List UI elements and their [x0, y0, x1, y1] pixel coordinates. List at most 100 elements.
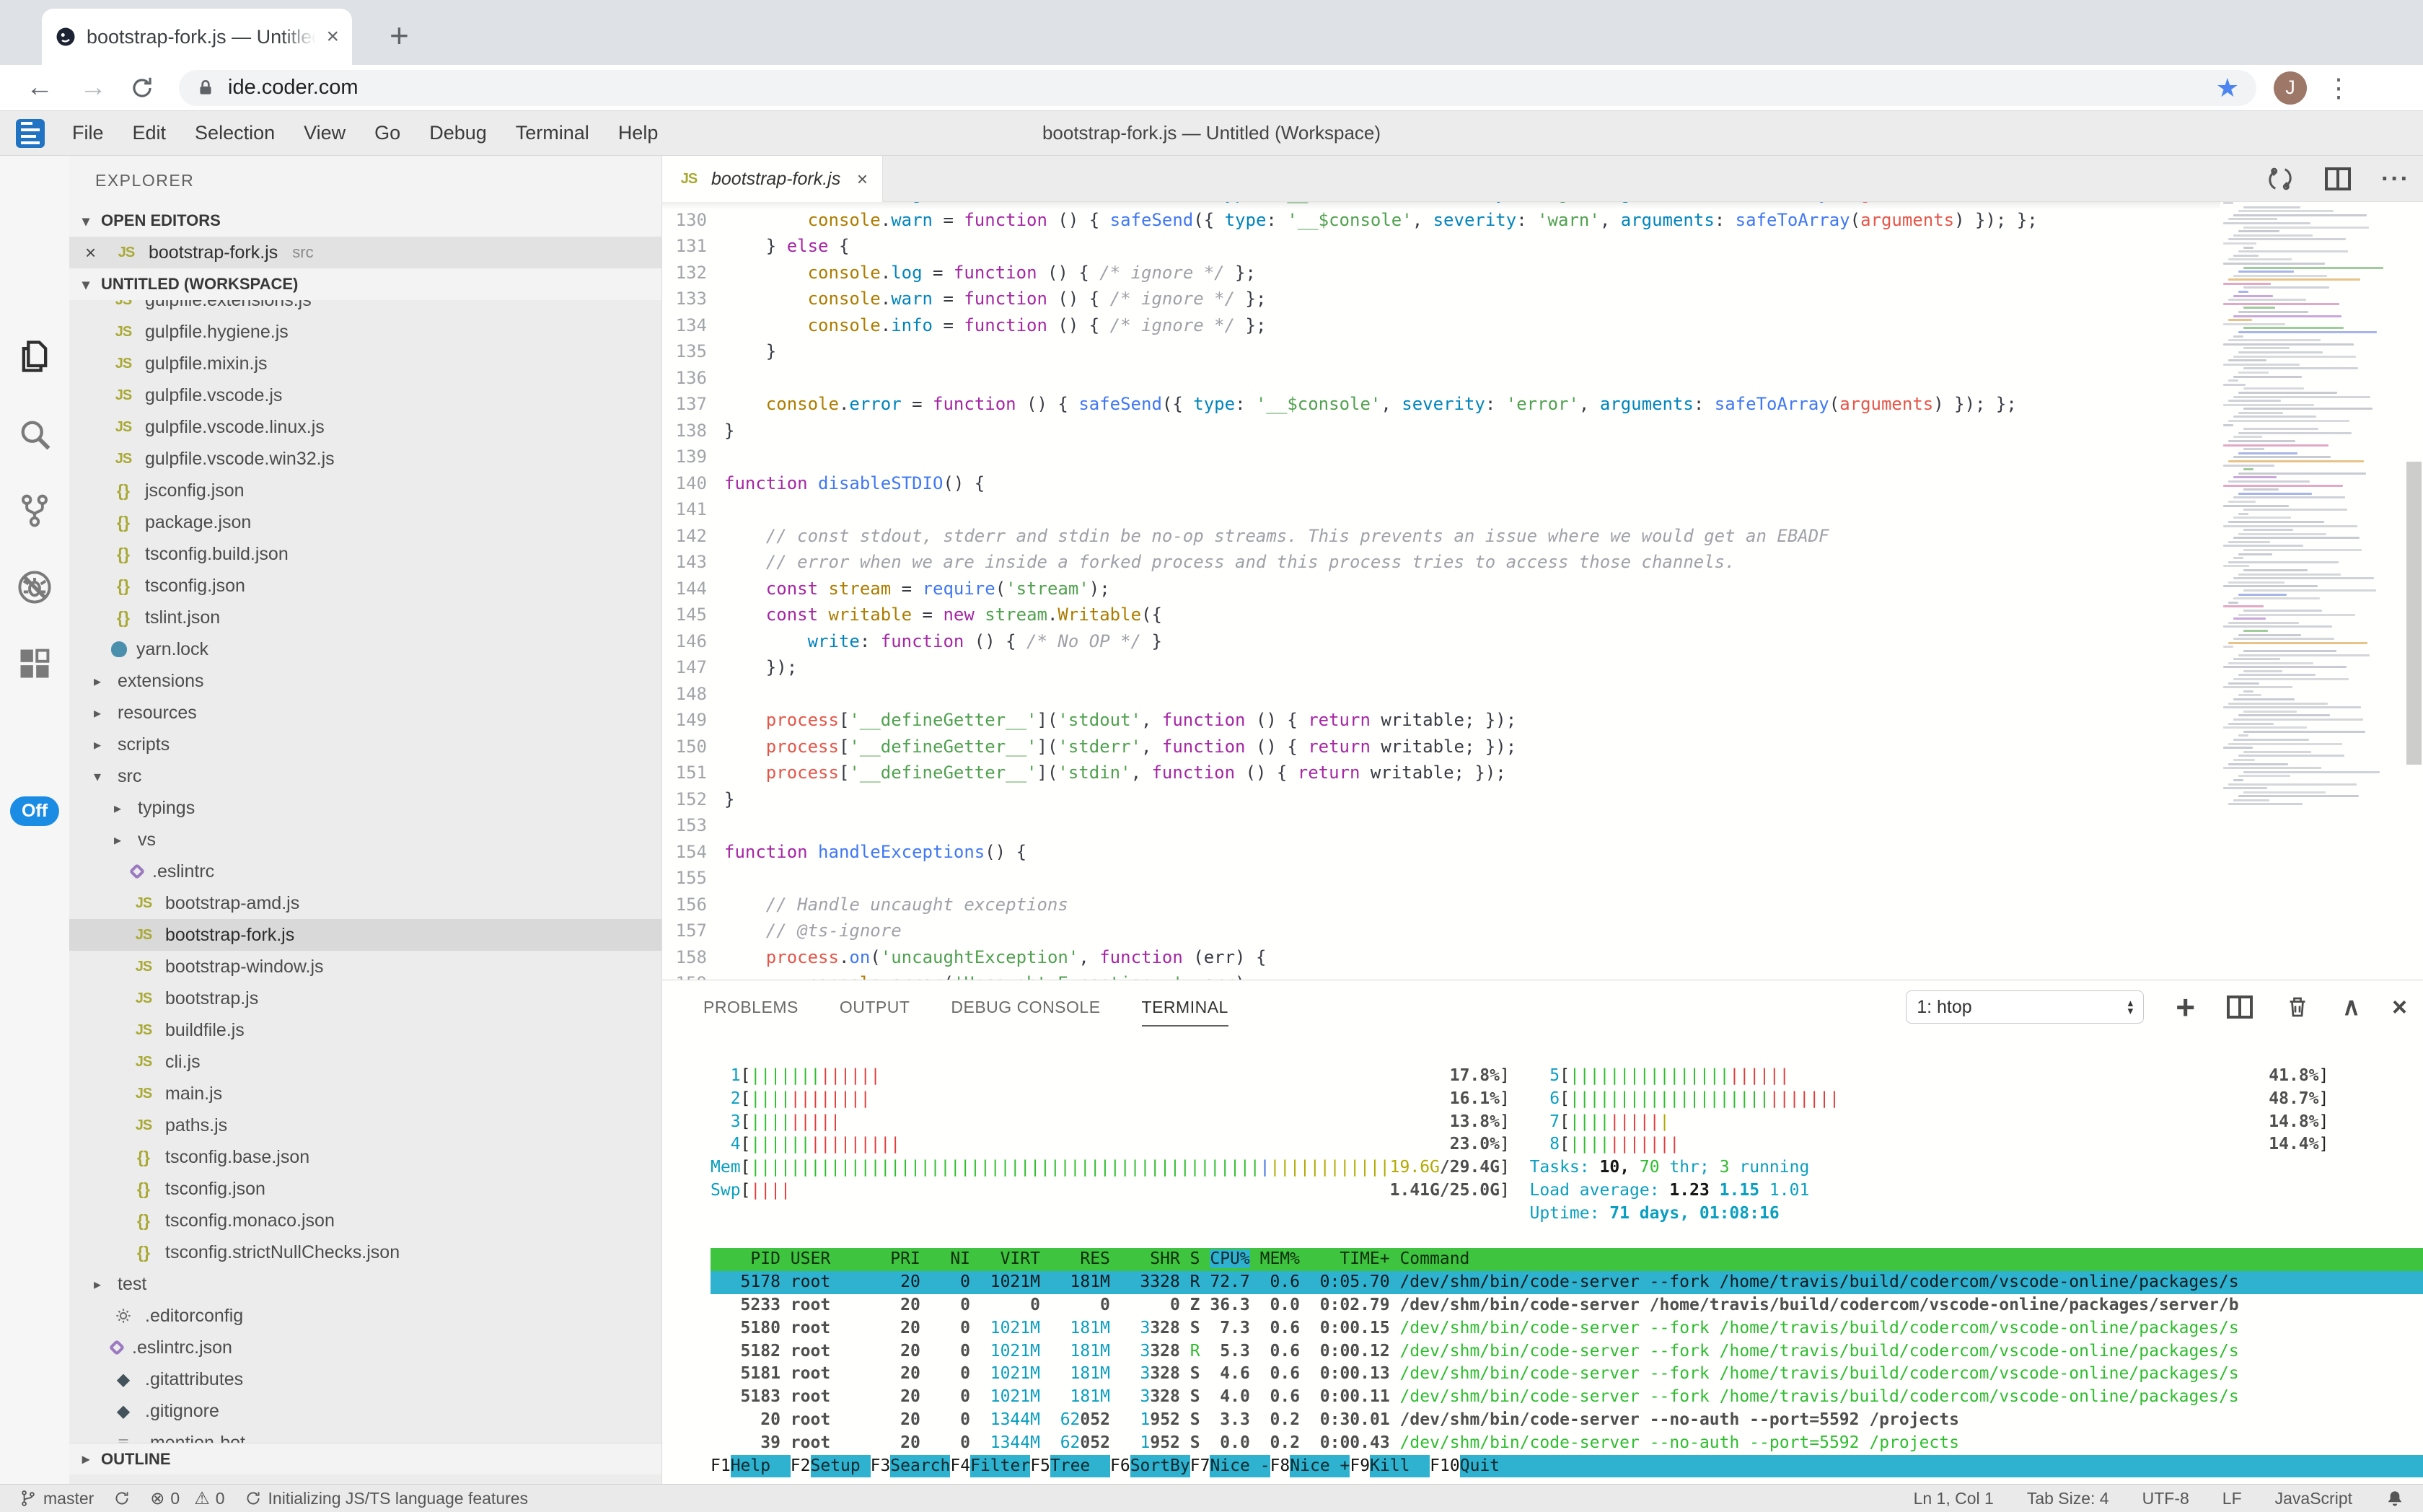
- split-editor-icon[interactable]: [2325, 167, 2351, 190]
- folder-item-scripts[interactable]: ▸scripts: [69, 729, 661, 760]
- avatar[interactable]: J: [2274, 71, 2307, 105]
- minimap[interactable]: [2220, 202, 2404, 980]
- file-item-bootstrap-window.js[interactable]: JSbootstrap-window.js: [69, 951, 661, 983]
- status-item-ln-1-col-1[interactable]: Ln 1, Col 1: [1914, 1489, 1994, 1508]
- folder-item-resources[interactable]: ▸resources: [69, 697, 661, 729]
- open-editor-item[interactable]: × JS bootstrap-fork.js src: [69, 237, 661, 268]
- file-item-paths.js[interactable]: JSpaths.js: [69, 1109, 661, 1141]
- address-bar[interactable]: ide.coder.com ★: [179, 70, 2256, 106]
- file-item-.eslintrc.json[interactable]: .eslintrc.json: [69, 1332, 661, 1363]
- terminal-select[interactable]: 1: htop ▴▾: [1906, 990, 2144, 1024]
- status-item-utf-8[interactable]: UTF-8: [2142, 1489, 2189, 1508]
- close-panel-icon[interactable]: ×: [2392, 992, 2407, 1022]
- kill-terminal-icon[interactable]: [2285, 993, 2310, 1021]
- file-item-.gitignore[interactable]: ◆.gitignore: [69, 1395, 661, 1427]
- browser-menu-icon[interactable]: ⋮: [2326, 73, 2352, 103]
- menu-item-debug[interactable]: Debug: [415, 122, 501, 144]
- app-logo-icon[interactable]: [16, 119, 45, 148]
- file-item-bootstrap-fork.js[interactable]: JSbootstrap-fork.js: [69, 919, 661, 951]
- folder-item-test[interactable]: ▸test: [69, 1268, 661, 1300]
- close-icon[interactable]: ×: [85, 242, 104, 264]
- new-tab-button[interactable]: +: [390, 19, 409, 52]
- maximize-panel-icon[interactable]: ∧: [2342, 993, 2360, 1021]
- panel-tab-problems[interactable]: PROBLEMS: [703, 980, 799, 1034]
- file-item-gulpfile.vscode.linux.js[interactable]: JSgulpfile.vscode.linux.js: [69, 411, 661, 443]
- file-item-tsconfig.monaco.json[interactable]: {}tsconfig.monaco.json: [69, 1205, 661, 1236]
- extensions-icon[interactable]: [16, 645, 53, 682]
- file-tree[interactable]: JSgulpfile.extensions.jsJSgulpfile.hygie…: [69, 300, 661, 1443]
- code-line: 132 console.log = function () { /* ignor…: [662, 260, 2220, 286]
- file-item-.editorconfig[interactable]: .editorconfig: [69, 1300, 661, 1332]
- file-item-.gitattributes[interactable]: ◆.gitattributes: [69, 1363, 661, 1395]
- file-item-gulpfile.vscode.js[interactable]: JSgulpfile.vscode.js: [69, 379, 661, 411]
- file-item-tsconfig.build.json[interactable]: {}tsconfig.build.json: [69, 538, 661, 570]
- status-item-javascript[interactable]: JavaScript: [2275, 1489, 2352, 1508]
- outline-header[interactable]: ▸ OUTLINE: [69, 1443, 661, 1474]
- file-item-.eslintrc[interactable]: .eslintrc: [69, 856, 661, 887]
- folder-item-vs[interactable]: ▸vs: [69, 824, 661, 856]
- menu-item-file[interactable]: File: [58, 122, 118, 144]
- source-control-icon[interactable]: [16, 492, 53, 529]
- problems-item[interactable]: ⊗ 0 ⚠ 0: [150, 1488, 224, 1509]
- folder-item-src[interactable]: ▾src: [69, 760, 661, 792]
- code-editor[interactable]: 129 console.log = function () { safeSend…: [662, 202, 2220, 980]
- file-item-bootstrap.js[interactable]: JSbootstrap.js: [69, 983, 661, 1014]
- browser-tab[interactable]: bootstrap-fork.js — Untitled (W ×: [42, 9, 352, 65]
- language-status-item[interactable]: Initializing JS/TS language features: [244, 1489, 529, 1508]
- file-item-gulpfile.hygiene.js[interactable]: JSgulpfile.hygiene.js: [69, 316, 661, 348]
- bookmark-star-icon[interactable]: ★: [2216, 73, 2239, 103]
- file-item-cli.js[interactable]: JScli.js: [69, 1046, 661, 1078]
- more-actions-icon[interactable]: ···: [2381, 165, 2410, 193]
- terminal[interactable]: 1[||||||||||||| 17.8%] 5[|||||||||||||||…: [662, 1034, 2423, 1485]
- file-item-jsconfig.json[interactable]: {}jsconfig.json: [69, 475, 661, 506]
- file-item-tsconfig.json[interactable]: {}tsconfig.json: [69, 570, 661, 602]
- file-item-gulpfile.extensions.js[interactable]: JSgulpfile.extensions.js: [69, 300, 661, 316]
- file-item-tslint.json[interactable]: {}tslint.json: [69, 602, 661, 633]
- item-label: buildfile.js: [165, 1020, 245, 1041]
- file-item-.mention-bot[interactable]: ≡.mention-bot: [69, 1427, 661, 1443]
- bell-icon[interactable]: [2385, 1489, 2404, 1508]
- url-text[interactable]: ide.coder.com: [228, 76, 2203, 100]
- file-item-buildfile.js[interactable]: JSbuildfile.js: [69, 1014, 661, 1046]
- search-icon[interactable]: [16, 416, 53, 453]
- file-item-tsconfig.json[interactable]: {}tsconfig.json: [69, 1173, 661, 1205]
- new-terminal-icon[interactable]: +: [2176, 990, 2195, 1024]
- file-item-main.js[interactable]: JSmain.js: [69, 1078, 661, 1109]
- folder-item-extensions[interactable]: ▸extensions: [69, 665, 661, 697]
- menu-item-help[interactable]: Help: [604, 122, 673, 144]
- sync-status-item[interactable]: [113, 1489, 131, 1508]
- browser-tab-close-icon[interactable]: ×: [326, 26, 339, 48]
- debug-disabled-icon[interactable]: [16, 568, 53, 606]
- panel-tab-terminal[interactable]: TERMINAL: [1142, 980, 1228, 1034]
- explorer-icon[interactable]: [16, 338, 53, 375]
- open-editors-header[interactable]: ▾ OPEN EDITORS: [69, 205, 661, 237]
- editor-tab-close-icon[interactable]: ×: [857, 168, 868, 190]
- file-item-gulpfile.mixin.js[interactable]: JSgulpfile.mixin.js: [69, 348, 661, 379]
- menu-item-edit[interactable]: Edit: [118, 122, 181, 144]
- status-item-tab-size-4[interactable]: Tab Size: 4: [2027, 1489, 2109, 1508]
- status-badge[interactable]: Off: [10, 796, 59, 826]
- file-item-tsconfig.strictNullChecks.json[interactable]: {}tsconfig.strictNullChecks.json: [69, 1236, 661, 1268]
- folder-item-typings[interactable]: ▸typings: [69, 792, 661, 824]
- panel-tab-debug-console[interactable]: DEBUG CONSOLE: [951, 980, 1100, 1034]
- workspace-header[interactable]: ▾ UNTITLED (WORKSPACE): [69, 268, 661, 300]
- editor-tab[interactable]: JS bootstrap-fork.js ×: [662, 156, 883, 202]
- forward-icon[interactable]: →: [79, 72, 107, 103]
- file-item-package.json[interactable]: {}package.json: [69, 506, 661, 538]
- sync-icon[interactable]: [2266, 164, 2295, 193]
- file-item-yarn.lock[interactable]: yarn.lock: [69, 633, 661, 665]
- panel-tab-output[interactable]: OUTPUT: [840, 980, 910, 1034]
- back-icon[interactable]: ←: [26, 72, 53, 103]
- menu-item-terminal[interactable]: Terminal: [501, 122, 604, 144]
- file-item-bootstrap-amd.js[interactable]: JSbootstrap-amd.js: [69, 887, 661, 919]
- split-terminal-icon[interactable]: [2227, 995, 2253, 1019]
- menu-item-view[interactable]: View: [289, 122, 360, 144]
- menu-item-go[interactable]: Go: [360, 122, 415, 144]
- file-item-tsconfig.base.json[interactable]: {}tsconfig.base.json: [69, 1141, 661, 1173]
- file-item-gulpfile.vscode.win32.js[interactable]: JSgulpfile.vscode.win32.js: [69, 443, 661, 475]
- reload-icon[interactable]: [128, 74, 156, 102]
- git-branch-item[interactable]: master: [19, 1489, 94, 1508]
- status-item-lf[interactable]: LF: [2222, 1489, 2242, 1508]
- editor-scrollbar[interactable]: [2406, 462, 2422, 765]
- menu-item-selection[interactable]: Selection: [180, 122, 289, 144]
